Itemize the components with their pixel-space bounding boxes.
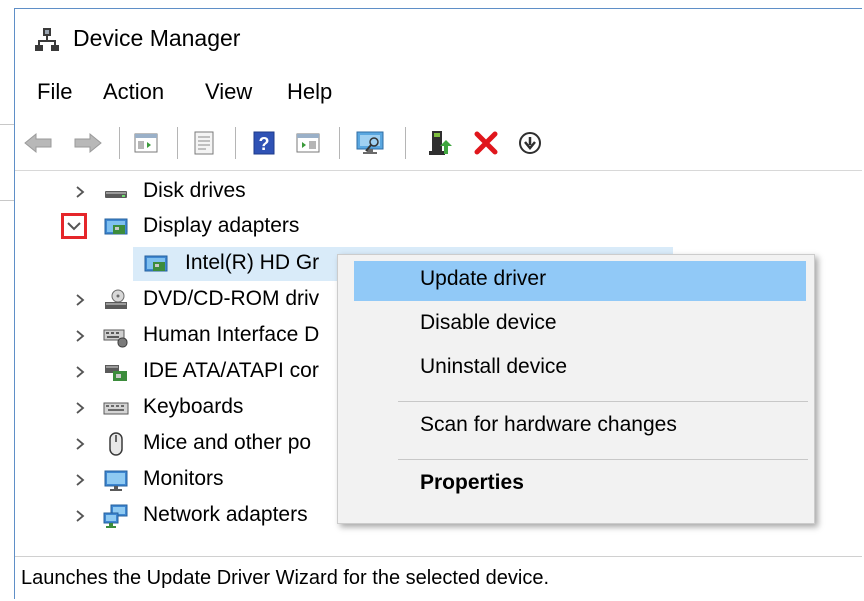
dvd-drive-icon [105,289,127,309]
chevron-right-icon[interactable] [71,363,89,381]
chevron-right-icon[interactable] [71,471,89,489]
tree-item-label: Human Interface D [143,323,320,346]
toolbar-separator [119,127,120,159]
toolbar-separator [339,127,340,159]
properties-sheet-icon [194,131,214,155]
ctx-scan-hardware-changes[interactable]: Scan for hardware changes [338,405,814,445]
chevron-right-icon[interactable] [71,183,89,201]
show-hide-console-tree-icon [134,133,158,153]
keyboard-icon [103,402,129,415]
device-manager-window: Device Manager File Action View Help ? D… [14,8,862,601]
display-adapter-icon [144,255,168,272]
menu-file[interactable]: File [33,77,76,107]
tree-item-label: Monitors [143,467,224,490]
tree-item-disk-drives[interactable]: Disk drives [15,175,862,209]
ctx-properties[interactable]: Properties [338,463,814,503]
menu-separator [398,459,808,460]
ctx-item-label: Disable device [420,311,557,334]
disable-device-button[interactable] [513,127,547,159]
update-driver-icon [429,131,452,155]
toolbar-separator [235,127,236,159]
chevron-right-icon[interactable] [71,399,89,417]
menu-bar: File Action View Help [15,73,862,113]
title-bar: Device Manager [15,9,862,71]
back-button[interactable] [21,127,55,159]
ctx-item-label: Scan for hardware changes [420,413,677,436]
menu-view[interactable]: View [201,77,256,107]
chevron-right-icon[interactable] [71,291,89,309]
uninstall-x-icon [474,131,498,155]
ctx-update-driver[interactable]: Update driver [338,259,814,301]
help-button[interactable]: ? [247,127,281,159]
tree-item-label: Network adapters [143,503,308,526]
menu-action[interactable]: Action [99,77,168,107]
toolbar: ? [15,117,862,169]
chevron-right-icon[interactable] [71,327,89,345]
mouse-icon [109,432,123,456]
status-bar: Launches the Update Driver Wizard for th… [15,556,862,601]
ctx-disable-device[interactable]: Disable device [338,303,814,343]
network-adapter-icon [103,504,128,528]
menu-help[interactable]: Help [283,77,336,107]
chevron-right-icon[interactable] [71,435,89,453]
uninstall-device-button[interactable] [469,127,503,159]
chevron-down-icon[interactable] [61,213,87,239]
show-action-pane-button[interactable] [291,127,325,159]
help-icon: ? [253,131,275,155]
display-adapter-icon [104,218,128,235]
disable-device-down-arrow-icon [519,132,541,154]
tree-item-label: Keyboards [143,395,244,418]
disk-drive-icon [105,191,127,198]
device-manager-icon [35,28,59,51]
toolbar-separator [405,127,406,159]
tree-item-label: Disk drives [143,179,246,202]
show-hide-console-tree-button[interactable] [129,127,163,159]
menu-separator [398,401,808,402]
forward-arrow-icon [74,132,102,154]
back-arrow-icon [24,132,52,154]
tree-item-label: Display adapters [143,214,300,237]
chevron-right-icon[interactable] [71,507,89,525]
forward-button[interactable] [71,127,105,159]
svg-text:?: ? [259,134,270,154]
status-text: Launches the Update Driver Wizard for th… [21,567,550,589]
toolbar-separator [177,127,178,159]
ctx-item-label: Uninstall device [420,355,568,378]
tree-item-display-adapters[interactable]: Display adapters [15,210,862,244]
properties-button[interactable] [187,127,221,159]
context-menu: Update driver Disable device Uninstall d… [337,254,815,524]
tree-item-label: DVD/CD-ROM driv [143,287,320,310]
update-driver-button[interactable] [423,127,457,159]
window-title: Device Manager [73,25,241,51]
tree-item-label: Mice and other po [143,431,312,454]
hid-keyboard-icon [103,329,128,348]
monitor-icon [104,470,128,491]
ide-controller-icon [105,365,127,381]
show-action-pane-icon [296,133,320,153]
scan-hardware-button[interactable] [353,127,387,159]
scan-hardware-monitor-icon [356,131,384,154]
ctx-item-label: Update driver [420,267,547,290]
tree-item-label: IDE ATA/ATAPI cor [143,359,319,382]
ctx-uninstall-device[interactable]: Uninstall device [338,347,814,387]
ctx-item-label: Properties [420,471,524,494]
tree-item-label: Intel(R) HD Gr [185,251,320,274]
